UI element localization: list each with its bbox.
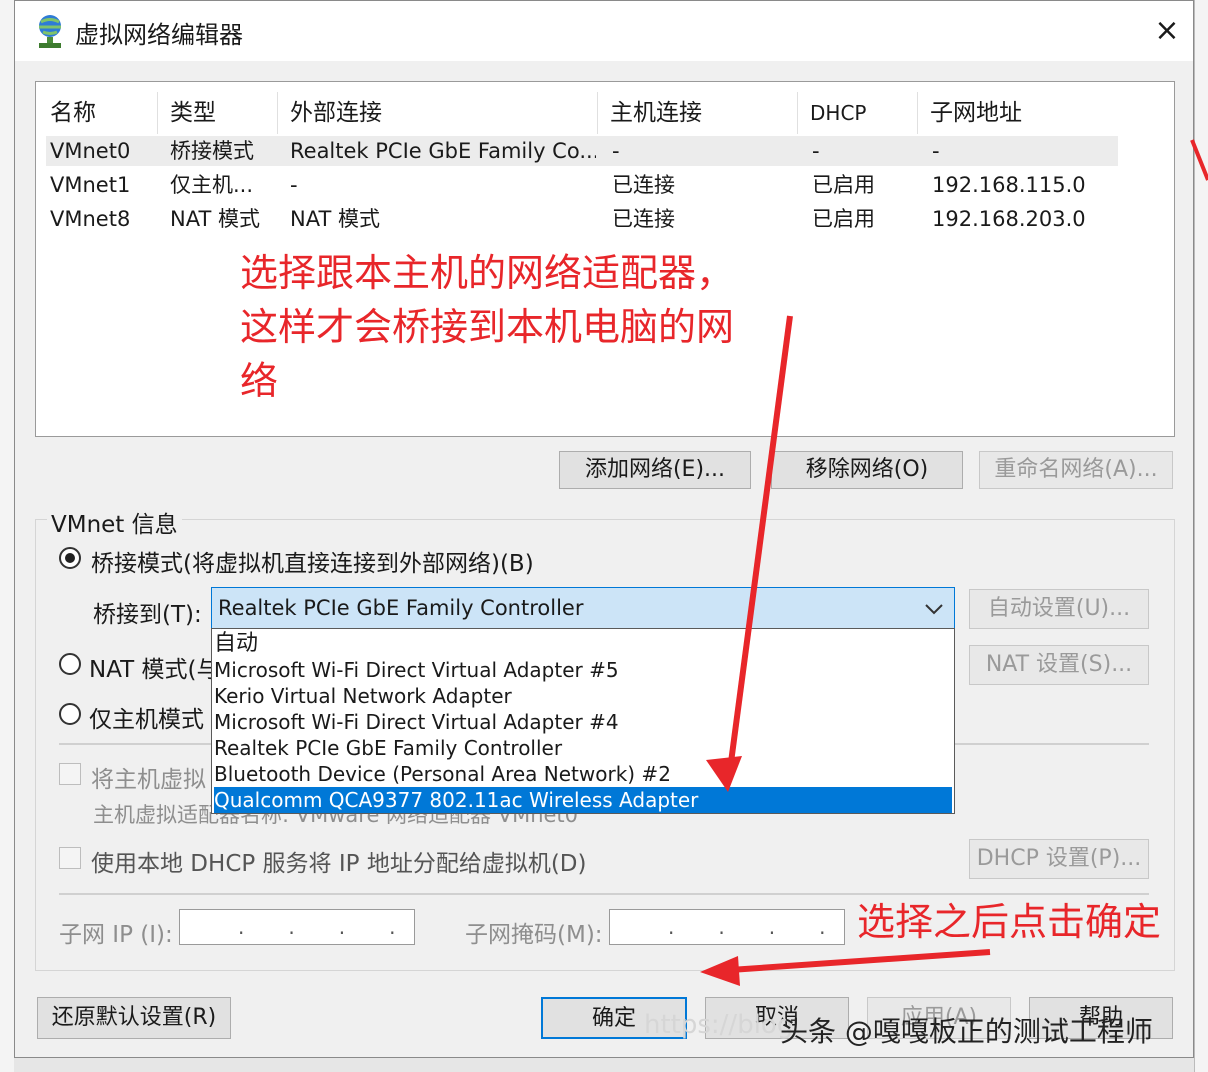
arrow-to-ok-button <box>729 949 991 973</box>
arrow-head-adapter <box>706 756 742 792</box>
arrow-to-selected-adapter <box>727 315 793 771</box>
annotation-arrows <box>700 139 1208 986</box>
arrow-head-ok <box>700 956 740 986</box>
watermark: 头条 @嘎嘎板正的测试工程师 <box>780 1015 1153 1048</box>
arrow-edge-fragment <box>1190 139 1208 181</box>
